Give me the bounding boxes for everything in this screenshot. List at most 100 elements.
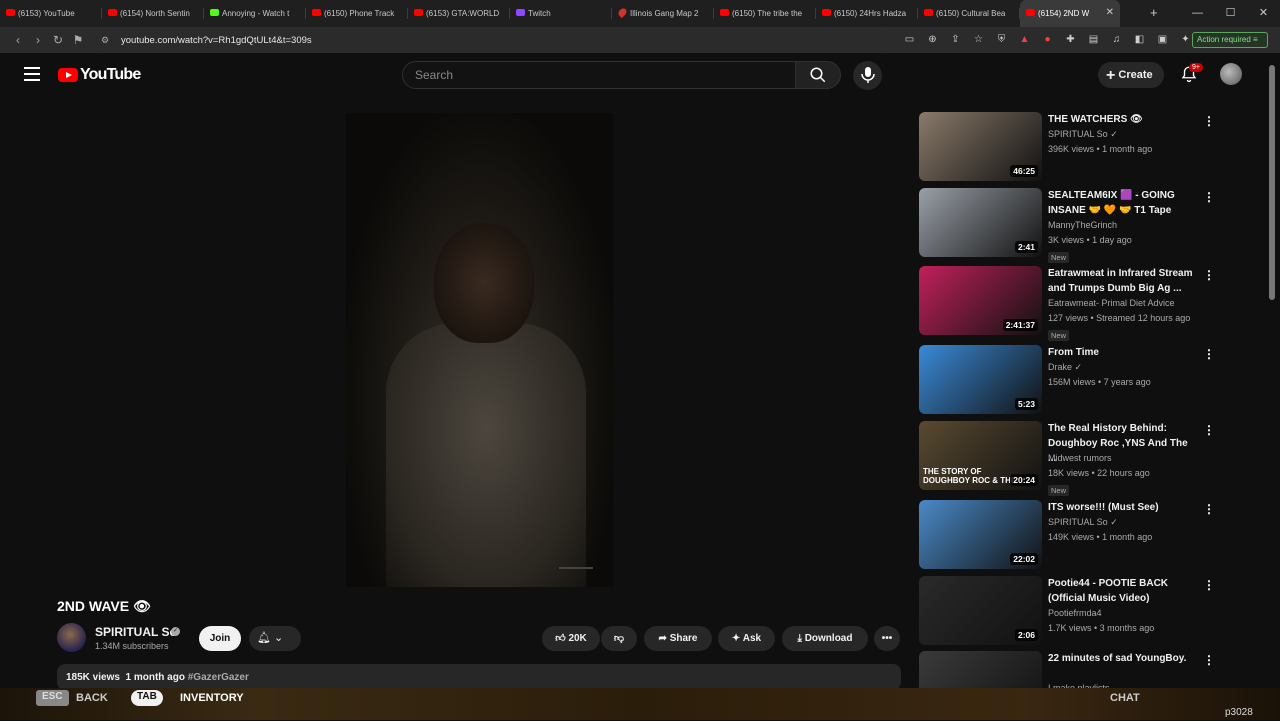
recommendation-channel[interactable]: SPIRITUAL So ✓ (1048, 129, 1118, 140)
channel-name[interactable]: SPIRITUAL So (95, 625, 177, 639)
close-window-button[interactable]: ✕ (1247, 0, 1280, 27)
toolbar-icons: ▭ ⊕ ⇪ ☆ ⛨ ▲ ● ✚ ▤ ♫ ◧ ▣ ✦ ⊛ (898, 32, 1220, 48)
more-vertical-icon[interactable]: ⋮ (1203, 347, 1215, 361)
recommendation-title[interactable]: From Time (1048, 345, 1196, 360)
browser-tab[interactable]: Illinois Gang Map 2 (612, 0, 714, 27)
hashtag-link[interactable]: #GazerGazer (188, 672, 249, 683)
back-icon[interactable]: ‹ (8, 33, 28, 47)
menu-icon[interactable] (24, 67, 40, 81)
tab-label: Annoying - Watch t (222, 9, 290, 18)
share-button[interactable]: ➦ Share (644, 626, 712, 651)
recommendation-card[interactable]: 2:06 Pootie44 - POOTIE BACK (Official Mus… (919, 576, 1219, 646)
video-thumbnail[interactable]: THE STORY OF DOUGHBOY ROC & THE 20:24 (919, 421, 1042, 490)
forward-icon[interactable]: › (28, 33, 48, 47)
recommendation-title[interactable]: 22 minutes of sad YoungBoy. (1048, 651, 1196, 666)
star-icon[interactable]: ☆ (967, 32, 990, 48)
recommendation-card[interactable]: THE STORY OF DOUGHBOY ROC & THE 20:24 The … (919, 421, 1219, 496)
recommendation-title[interactable]: SEALTEAM6IX 🟪 - GOING INSANE 🤝 🧡 🤝 T1 Ta… (1048, 188, 1196, 218)
video-thumbnail[interactable]: 5:23 (919, 345, 1042, 414)
browser-tab[interactable]: (6154) 2ND W ✕ (1020, 0, 1120, 27)
reload-icon[interactable]: ↻ (48, 33, 68, 47)
more-actions-button[interactable]: ••• (874, 626, 900, 651)
youtube-logo[interactable]: YouTube (58, 66, 141, 84)
site-info-icon[interactable]: ⚙ (101, 35, 111, 46)
browser-tab[interactable]: (6150) Phone Track (306, 0, 408, 27)
description-box[interactable]: 185K views 1 month ago #GazerGazer (57, 664, 901, 690)
download-button[interactable]: ⤓ Download (782, 626, 868, 651)
recommendation-title[interactable]: ITS worse!!! (Must See) (1048, 500, 1196, 515)
tab-label: (6153) YouTube (18, 9, 75, 18)
close-tab-icon[interactable]: ✕ (1106, 7, 1114, 18)
browser-tab[interactable]: (6150) Cultural Bea (918, 0, 1020, 27)
new-tab-button[interactable]: + (1150, 5, 1158, 20)
more-vertical-icon[interactable]: ⋮ (1203, 114, 1215, 128)
eye-emoji: 👁 (132, 598, 151, 614)
more-vertical-icon[interactable]: ⋮ (1203, 502, 1215, 516)
maximize-button[interactable]: ☐ (1214, 0, 1247, 27)
back-label: BACK (76, 692, 108, 704)
browser-tab[interactable]: (6150) The tribe the (714, 0, 816, 27)
recommendation-card[interactable]: 2:41 SEALTEAM6IX 🟪 - GOING INSANE 🤝 🧡 🤝 T… (919, 188, 1219, 263)
join-button[interactable]: Join (199, 626, 241, 651)
cast-icon[interactable]: ▭ (898, 32, 921, 48)
browser-tab[interactable]: (6153) YouTube (0, 0, 102, 27)
recommendation-card[interactable]: 2:41:37 Eatrawmeat in Infrared Stream and… (919, 266, 1219, 341)
video-player[interactable] (346, 113, 613, 587)
ask-button[interactable]: ✦ Ask (718, 626, 775, 651)
recommendation-card[interactable]: 46:25 THE WATCHERS 👁 SPIRITUAL So ✓ 396K vi… (919, 112, 1219, 182)
browser-tab[interactable]: Twitch (510, 0, 612, 27)
sidebar-icon[interactable]: ◧ (1128, 32, 1151, 48)
like-button[interactable]: 👍︎ 20K (542, 626, 600, 651)
browser-tab[interactable]: (6154) North Sentin (102, 0, 204, 27)
video-thumbnail[interactable]: 46:25 (919, 112, 1042, 181)
minimize-button[interactable]: — (1181, 0, 1214, 27)
video-thumbnail[interactable]: 2:06 (919, 576, 1042, 645)
more-vertical-icon[interactable]: ⋮ (1203, 578, 1215, 592)
zoom-icon[interactable]: ⊕ (921, 32, 944, 48)
more-vertical-icon[interactable]: ⋮ (1203, 190, 1215, 204)
search-button[interactable] (795, 61, 841, 89)
create-button[interactable]: + Create (1098, 62, 1164, 88)
channel-avatar[interactable] (57, 623, 86, 652)
dislike-button[interactable]: 👎︎ (601, 626, 637, 651)
video-thumbnail[interactable]: 2:41:37 (919, 266, 1042, 335)
more-vertical-icon[interactable]: ⋮ (1203, 653, 1215, 667)
url-field[interactable]: ⚙ youtube.com/watch?v=Rh1gdQtULt4&t=309s (95, 30, 885, 50)
recommendation-channel[interactable]: Eatrawmeat- Primal Diet Advice (1048, 298, 1175, 308)
subscription-bell-button[interactable]: 🔔︎ ⌄ (249, 626, 301, 651)
extensions-icon[interactable]: ✚ (1059, 32, 1082, 48)
action-required-button[interactable]: Action required ≡ (1192, 32, 1268, 48)
warning-icon[interactable]: ▲ (1013, 32, 1036, 48)
scrollbar-thumb[interactable] (1269, 65, 1275, 300)
search-input[interactable]: Search (402, 61, 796, 89)
recommendation-card[interactable]: 22:02 ITS worse!!! (Must See) SPIRITUAL So… (919, 500, 1219, 570)
recommendation-title[interactable]: Pootie44 - POOTIE BACK (Official Music V… (1048, 576, 1196, 606)
recommendation-channel[interactable]: Pootiefrmda4 (1048, 608, 1102, 618)
recommendation-title[interactable]: Eatrawmeat in Infrared Stream and Trumps… (1048, 266, 1196, 296)
share-page-icon[interactable]: ⇪ (944, 32, 967, 48)
video-thumbnail[interactable]: 2:41 (919, 188, 1042, 257)
inventory-label: INVENTORY (180, 692, 244, 704)
extension-red-icon[interactable]: ● (1036, 32, 1059, 48)
bookmark-icon[interactable]: ⚑ (68, 33, 88, 47)
music-icon[interactable]: ♫ (1105, 32, 1128, 48)
recommendation-card[interactable]: 5:23 From Time Drake ✓ 156M views • 7 years… (919, 345, 1219, 415)
recommendation-channel[interactable]: SPIRITUAL So ✓ (1048, 517, 1118, 528)
recommendation-channel[interactable]: MannyTheGrinch (1048, 220, 1117, 230)
browser-tab[interactable]: (6153) GTA:WORLD (408, 0, 510, 27)
recommendation-channel[interactable]: Midwest rumors (1048, 453, 1112, 463)
voice-search-button[interactable] (853, 61, 882, 90)
more-vertical-icon[interactable]: ⋮ (1203, 268, 1215, 282)
reader-icon[interactable]: ▤ (1082, 32, 1105, 48)
browser-tab[interactable]: Annoying - Watch t (204, 0, 306, 27)
recommendation-channel[interactable]: Drake ✓ (1048, 362, 1082, 373)
wallet-icon[interactable]: ▣ (1151, 32, 1174, 48)
more-vertical-icon[interactable]: ⋮ (1203, 423, 1215, 437)
account-avatar[interactable] (1220, 63, 1242, 85)
recommendation-meta: 396K views • 1 month ago (1048, 144, 1153, 154)
recommendation-title[interactable]: THE WATCHERS 👁 (1048, 112, 1196, 127)
page-scrollbar[interactable] (1265, 53, 1280, 688)
shield-icon[interactable]: ⛨ (990, 32, 1013, 48)
browser-tab[interactable]: (6150) 24Hrs Hadza (816, 0, 918, 27)
video-thumbnail[interactable]: 22:02 (919, 500, 1042, 569)
